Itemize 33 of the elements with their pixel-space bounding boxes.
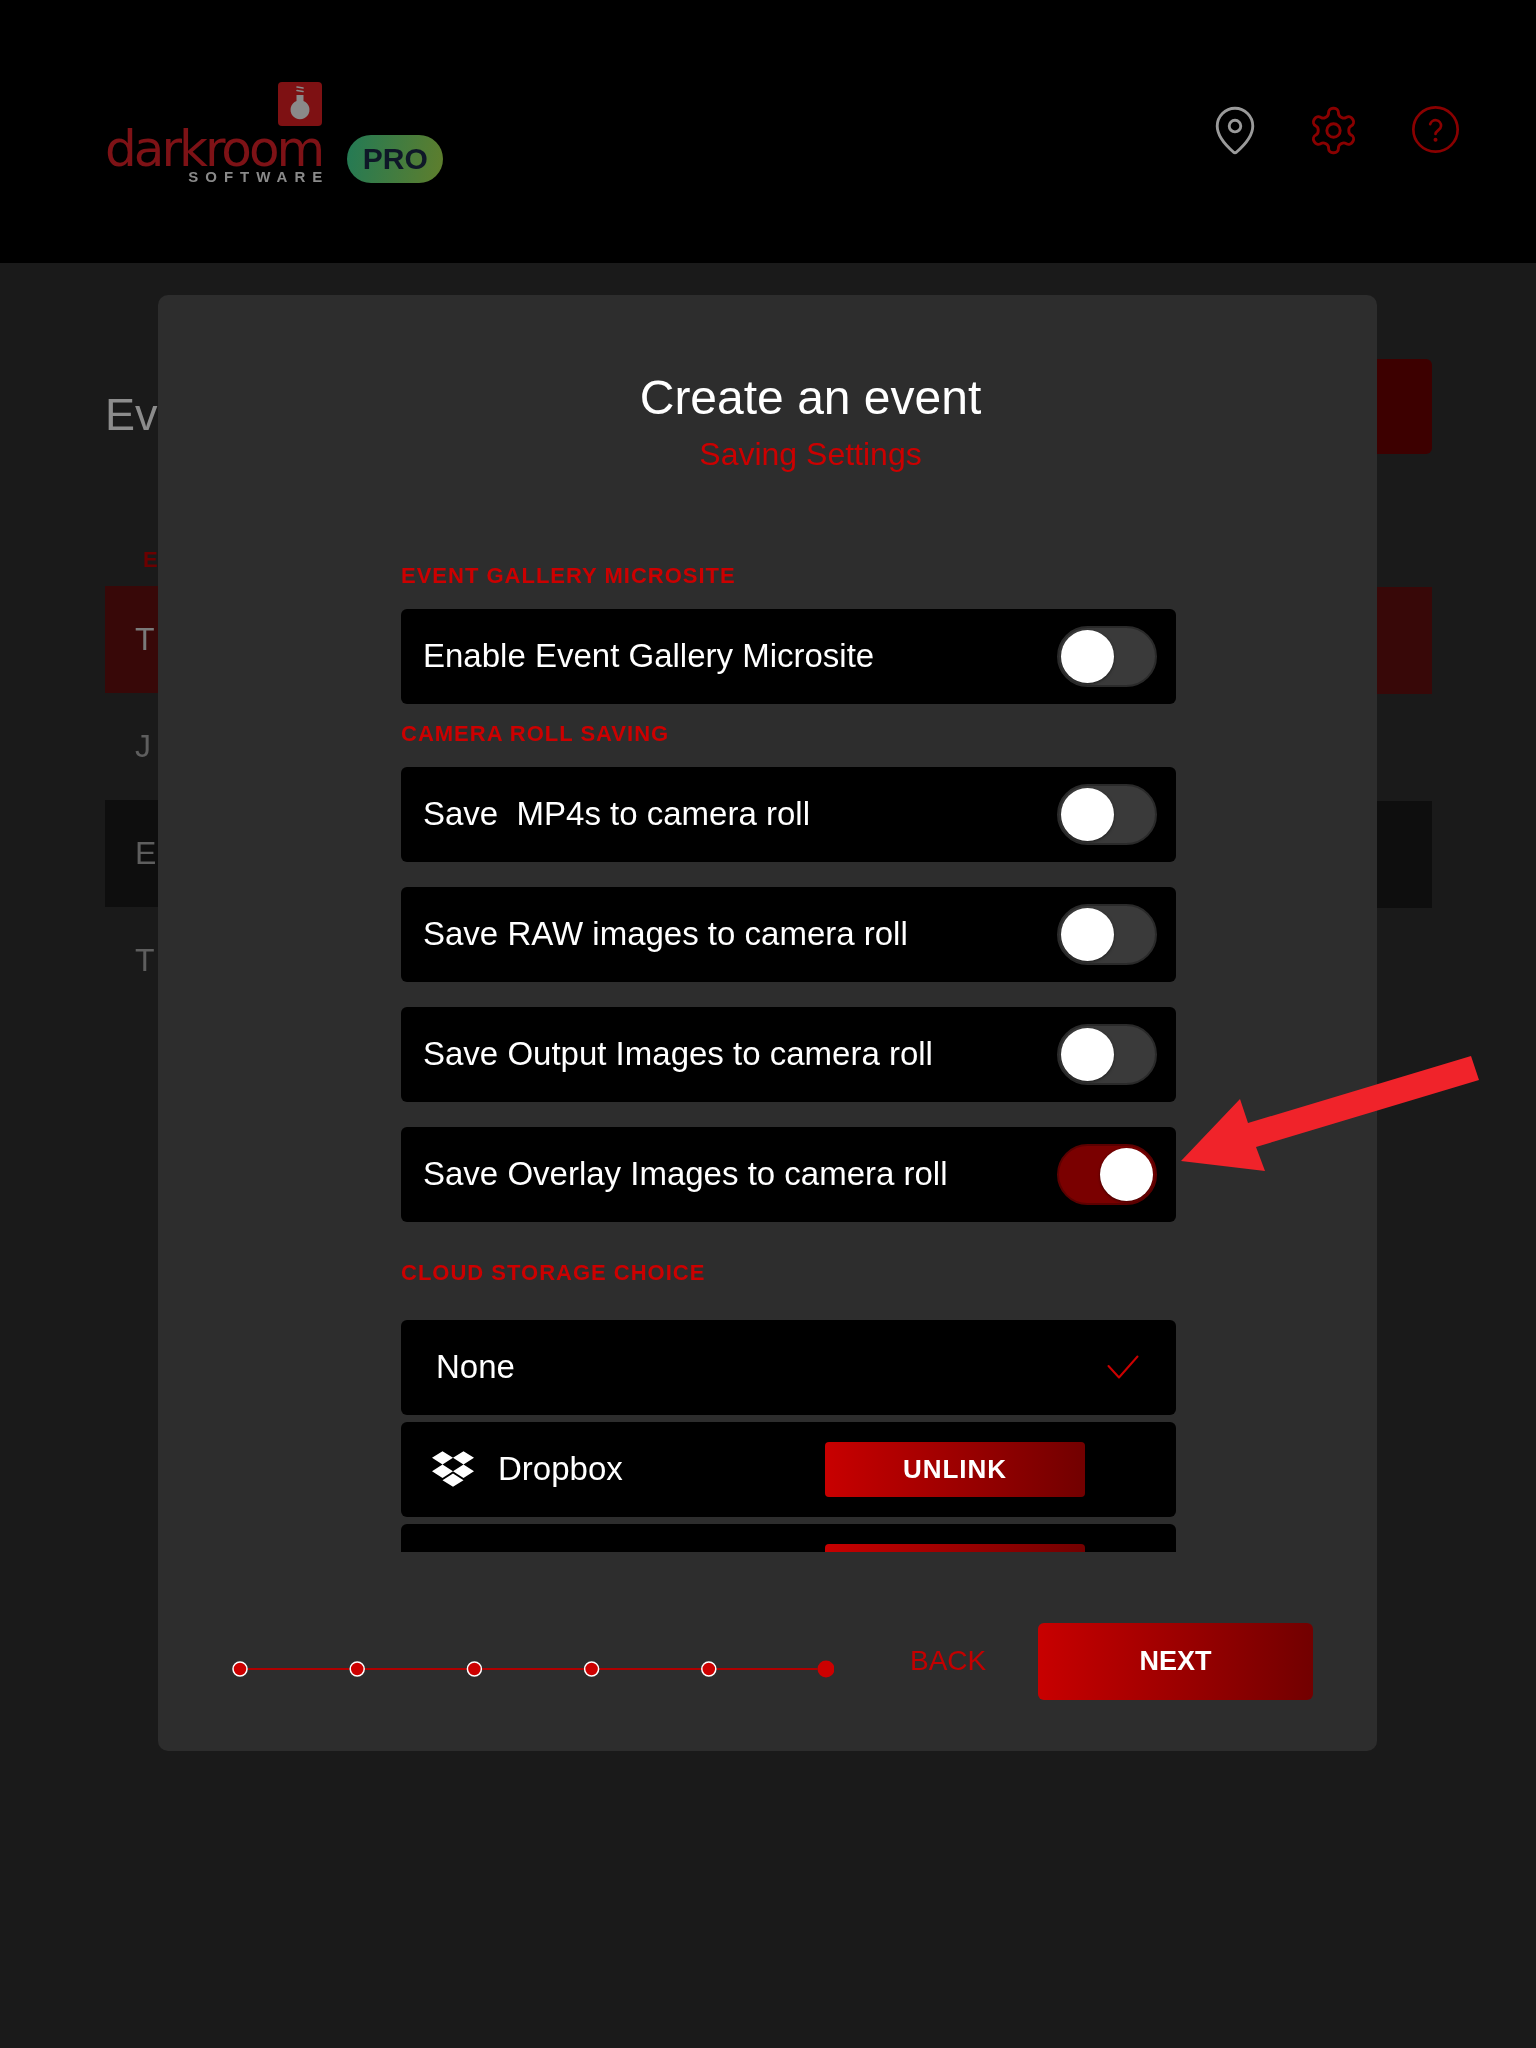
help-icon[interactable] [1412,106,1459,153]
settings-icon[interactable] [1309,106,1358,155]
section-heading: EVENT GALLERY MICROSITE [401,563,737,589]
storage-option[interactable]: None [401,1320,1176,1415]
list-item[interactable]: T [105,586,158,693]
option-label: None [436,1348,515,1387]
storage-option[interactable] [401,1524,1176,1552]
setting-label: Save RAW images to camera roll [423,915,908,954]
list-item[interactable]: J [105,693,158,800]
section-heading: CAMERA ROLL SAVING [401,721,671,747]
button-edge[interactable] [825,1544,1085,1552]
dialog-title: Create an event [639,370,982,426]
setting-label: Enable Event Gallery Microsite [423,637,875,676]
storage-option[interactable]: Dropbox UNLINK [401,1422,1176,1517]
dropbox-icon [432,1451,474,1488]
section-label: E [142,547,158,573]
dialog-subtitle: Saving Settings [699,434,922,473]
setting-label: Save Output Images to camera roll [423,1035,933,1074]
next-button[interactable]: NEXT [1038,1623,1313,1700]
back-button[interactable]: BACK [910,1645,987,1678]
section-heading: CLOUD STORAGE CHOICE [401,1260,707,1286]
setting-label: Save Overlay Images to camera roll [423,1155,948,1194]
unlink-button[interactable]: UNLINK [825,1442,1085,1497]
setting-label: Save MP4s to camera roll [423,795,810,834]
bulb-icon [278,82,323,126]
list-item[interactable]: T [105,907,158,1014]
logo-wordmark: darkroom [105,127,323,171]
list-item[interactable]: E [105,800,158,907]
pro-badge: PRO [347,135,444,183]
logo-tagline: SOFTWARE [188,169,330,184]
option-label: Dropbox [498,1450,623,1489]
location-pin-icon[interactable] [1215,106,1255,155]
page-title: Ev [105,389,158,441]
